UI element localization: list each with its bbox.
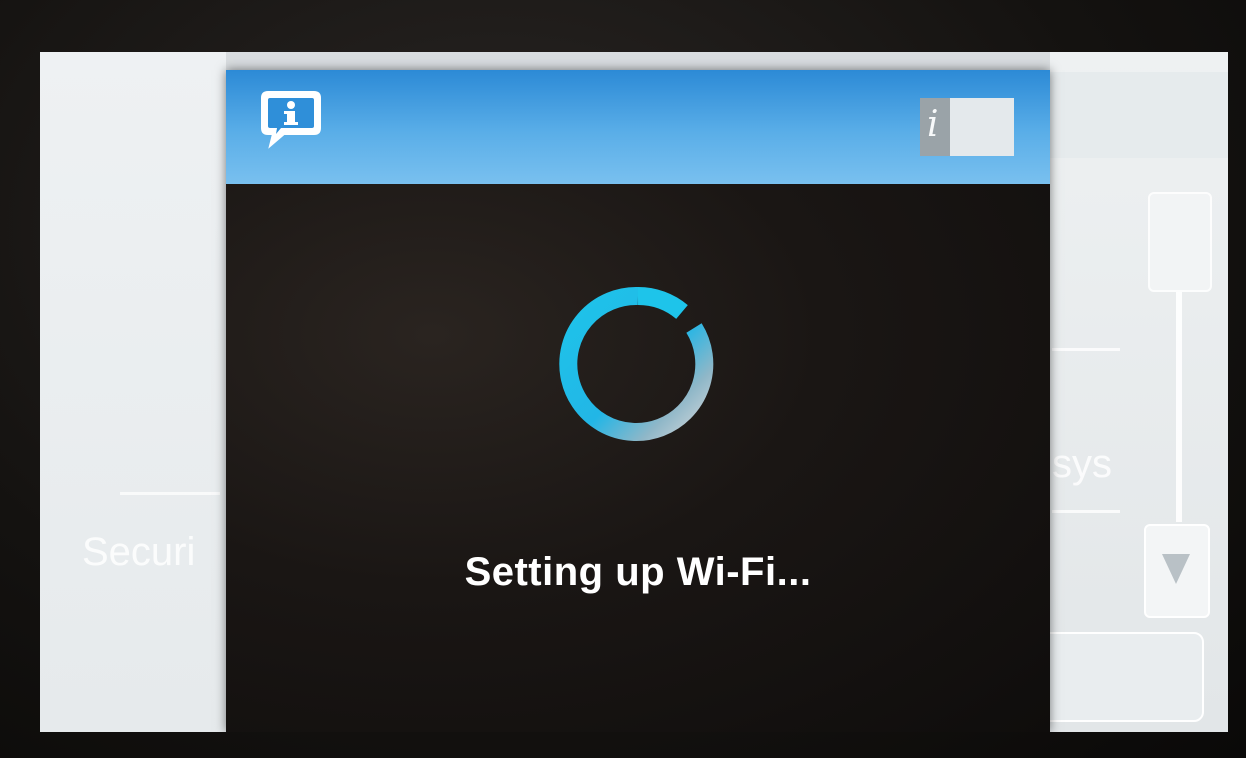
status-message: Setting up Wi-Fi... <box>464 550 812 594</box>
scroll-up-button <box>1148 192 1212 292</box>
background-bottom-button <box>1040 632 1204 722</box>
background-right-header <box>1050 72 1228 158</box>
device-screen: Securi sys i Setting up Wi-Fi... <box>40 52 1228 732</box>
scrollbar-track <box>1176 292 1182 522</box>
progress-dialog: i Setting up Wi-Fi... <box>226 70 1050 732</box>
background-right-label: sys <box>1052 442 1112 486</box>
background-right-divider <box>1052 348 1120 351</box>
device-bezel: Securi sys i Setting up Wi-Fi... <box>0 0 1246 758</box>
info-toggle-icon[interactable]: i <box>920 98 1014 156</box>
background-right-divider <box>1052 510 1120 513</box>
dialog-header: i <box>226 70 1050 184</box>
info-glyph: i <box>927 104 939 145</box>
info-toggle-indicator: i <box>920 98 950 156</box>
background-left-divider <box>120 492 220 495</box>
background-left-label: Securi <box>82 530 196 574</box>
background-left-panel <box>40 52 226 732</box>
scroll-down-button <box>1144 524 1210 618</box>
scroll-down-icon <box>1162 554 1190 584</box>
info-speech-bubble-icon <box>261 91 321 149</box>
loading-spinner-icon <box>559 286 714 441</box>
